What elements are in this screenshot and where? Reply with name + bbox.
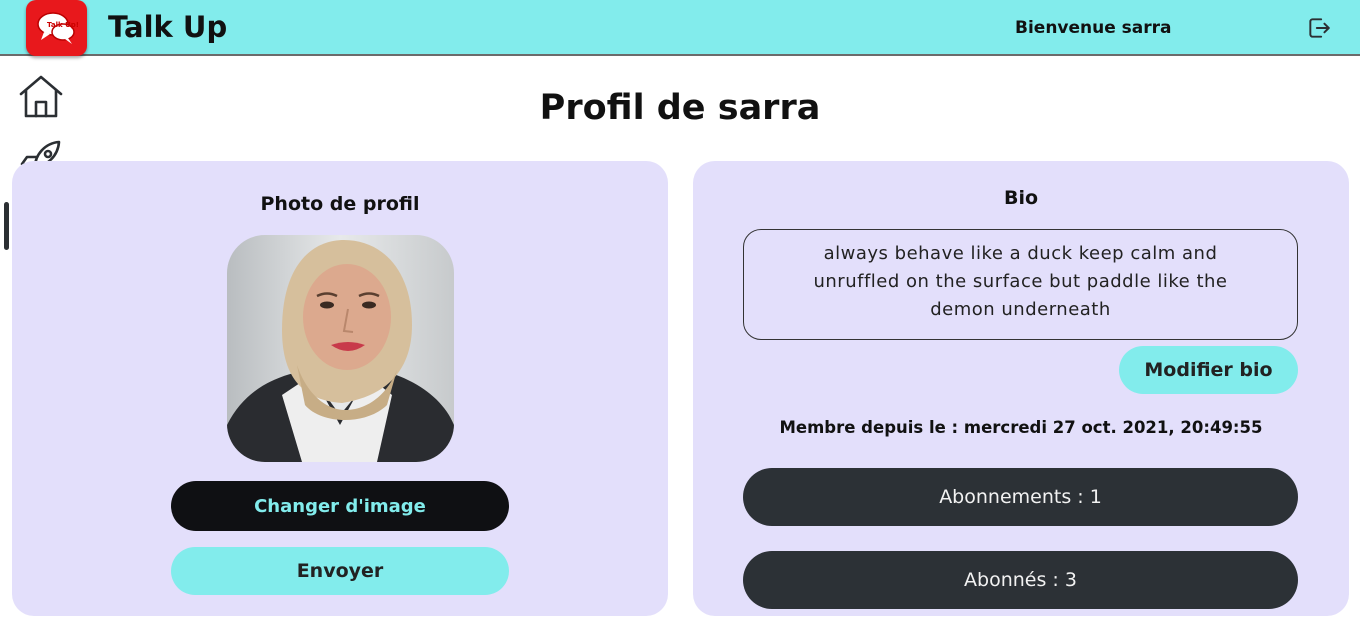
- bio-text[interactable]: always behave like a duck keep calm and …: [743, 229, 1298, 340]
- active-nav-indicator: [4, 202, 9, 250]
- logo-label: Talk Up!: [47, 21, 79, 29]
- profile-photo-image: [227, 235, 454, 462]
- app-logo[interactable]: Talk Up!: [26, 0, 87, 56]
- edit-bio-button[interactable]: Modifier bio: [1119, 346, 1298, 394]
- bio-heading: Bio: [1003, 187, 1039, 209]
- profile-photo: [227, 235, 454, 462]
- member-since-text: Membre depuis le : mercredi 27 oct. 2021…: [779, 418, 1263, 437]
- welcome-text: Bienvenue sarra: [1015, 18, 1172, 38]
- app-title: Talk Up: [108, 10, 228, 44]
- profile-photo-card: Photo de profil Changer d'image Envoyer: [12, 161, 668, 616]
- followers-button[interactable]: Abonnés : 3: [743, 551, 1298, 609]
- send-button[interactable]: Envoyer: [171, 547, 509, 595]
- top-bar: Talk Up! Talk Up Bienvenue sarra: [0, 0, 1360, 56]
- following-button[interactable]: Abonnements : 1: [743, 468, 1298, 526]
- logout-icon[interactable]: [1306, 15, 1332, 41]
- chat-bubbles-icon: Talk Up!: [36, 12, 79, 44]
- bio-card: Bio always behave like a duck keep calm …: [693, 161, 1349, 616]
- page-title: Profil de sarra: [539, 88, 821, 128]
- change-image-button[interactable]: Changer d'image: [171, 481, 509, 531]
- photo-heading: Photo de profil: [260, 193, 420, 215]
